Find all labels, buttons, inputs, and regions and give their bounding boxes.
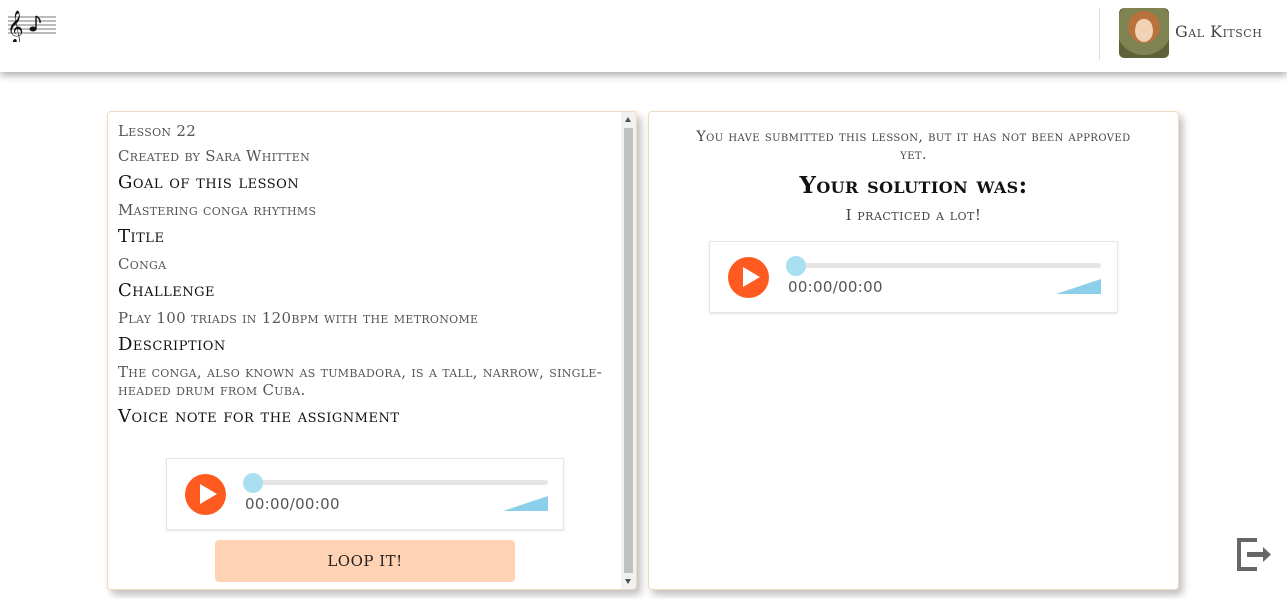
volume-icon[interactable]: [503, 496, 548, 511]
goal-text: Mastering conga rhythms: [118, 201, 317, 219]
scroll-thumb[interactable]: [624, 128, 633, 573]
loop-it-button[interactable]: LOOP IT!: [215, 540, 515, 582]
avatar[interactable]: [1119, 8, 1169, 58]
play-button[interactable]: [185, 474, 226, 515]
challenge-heading: Challenge: [118, 280, 216, 301]
logout-icon[interactable]: [1236, 537, 1272, 572]
lesson-creator: Created by Sara Whitten: [118, 147, 311, 165]
lesson-number: Lesson 22: [118, 122, 197, 140]
solution-text: I practiced a lot!: [845, 206, 982, 224]
time-display: 00:00/00:00: [788, 278, 883, 296]
user-divider: [1099, 8, 1100, 60]
play-button[interactable]: [728, 257, 769, 298]
submission-panel: You have submitted this lesson, but it h…: [648, 111, 1179, 590]
solution-heading: Your solution was:: [799, 172, 1028, 199]
voice-note-heading: Voice note for the assignment: [118, 406, 400, 427]
lesson-details: Lesson 22 Created by Sara Whitten Goal o…: [118, 122, 618, 428]
goal-heading: Goal of this lesson: [118, 172, 300, 193]
progress-track[interactable]: [787, 263, 1101, 268]
title-heading: Title: [118, 226, 165, 247]
description-text: The conga, also known as tumbadora, is a…: [118, 363, 603, 399]
challenge-text: Play 100 triads in 120bpm with the metro…: [118, 309, 479, 327]
voice-note-player: 00:00/00:00: [166, 458, 564, 530]
progress-knob[interactable]: [786, 256, 806, 276]
time-display: 00:00/00:00: [245, 495, 340, 513]
solution-audio-player: 00:00/00:00: [709, 241, 1118, 313]
description-heading: Description: [118, 334, 226, 355]
volume-icon[interactable]: [1056, 279, 1101, 294]
music-staff-icon[interactable]: 𝄞: [6, 8, 60, 42]
progress-knob[interactable]: [243, 473, 263, 493]
submission-status: You have submitted this lesson, but it h…: [696, 129, 1131, 163]
title-text: Conga: [118, 255, 167, 273]
username[interactable]: Gal Kitsch: [1175, 22, 1262, 41]
scroll-down-icon[interactable]: [625, 579, 631, 584]
svg-text:𝄞: 𝄞: [7, 10, 24, 42]
top-bar: 𝄞 Gal Kitsch: [0, 0, 1287, 72]
lesson-panel: Lesson 22 Created by Sara Whitten Goal o…: [107, 111, 637, 590]
progress-track[interactable]: [244, 480, 548, 485]
scroll-up-icon[interactable]: [625, 117, 631, 122]
lesson-scrollbar[interactable]: [621, 112, 636, 589]
